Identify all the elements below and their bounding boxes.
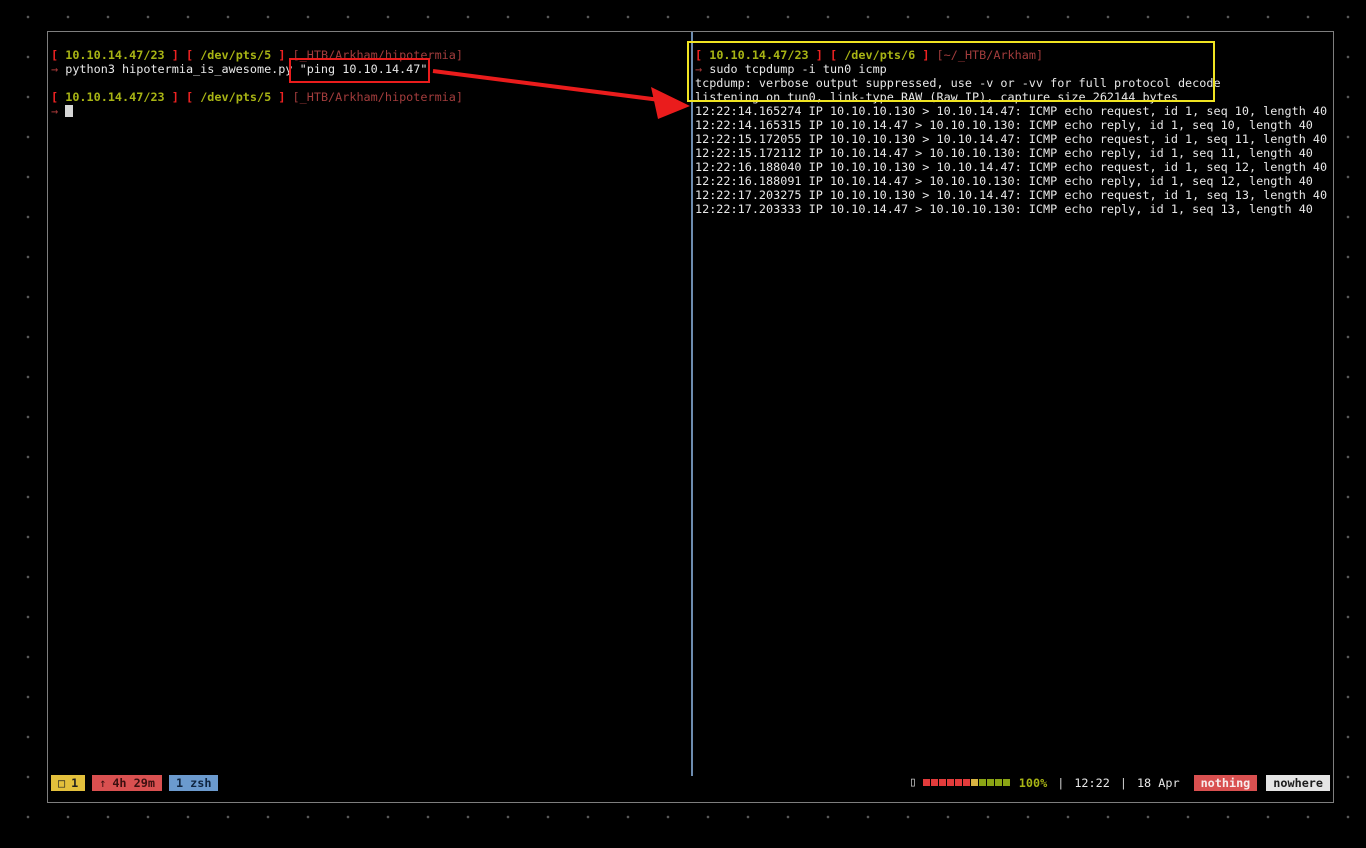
tcpdump-info-line: listening on tun0, link-type RAW (Raw IP… (695, 90, 1331, 104)
prompt-host-ip: 10.10.14.47/23 (65, 48, 164, 62)
command-text: sudo tcpdump -i tun0 icmp (709, 62, 887, 76)
pane-count-label: 1 (71, 775, 78, 791)
prompt-host-ip: 10.10.14.47/23 (65, 90, 164, 104)
prompt-tty: /dev/pts/5 (200, 90, 271, 104)
uptime-badge: ↑ 4h 29m (92, 775, 162, 791)
prompt-arrow-icon: → (51, 104, 65, 118)
prompt-bracket: [ (830, 48, 844, 62)
status-separator: | (1120, 775, 1127, 791)
battery-block (947, 779, 954, 786)
battery-block (939, 779, 946, 786)
missing-glyph-icon: ▯ (909, 775, 917, 791)
prompt-arrow-icon: → (695, 62, 709, 76)
input-line[interactable]: → (51, 104, 689, 118)
terminal-window: [ 10.10.14.47/23 ] [ /dev/pts/5 ] [_HTB/… (47, 31, 1334, 803)
battery-percent: 100% (1019, 775, 1047, 791)
prompt-arrow-icon: → (51, 62, 65, 76)
prompt-bracket: ] (271, 48, 292, 62)
tmux-status-bar: □1 ↑4h 29m 1 zsh ▯ 100% | 12:22 | 18 Apr… (51, 774, 1330, 791)
battery-block (971, 779, 978, 786)
command-argument: "ping 10.10.14.47" (300, 62, 428, 76)
pane-separator[interactable] (691, 32, 693, 776)
window-tab-badge[interactable]: 1 zsh (169, 775, 219, 791)
prompt-bracket: ] (271, 90, 292, 104)
prompt-bracket: [ (186, 90, 200, 104)
command-line: → sudo tcpdump -i tun0 icmp (695, 62, 1331, 76)
tcpdump-packet-line: 12:22:15.172112 IP 10.10.14.47 > 10.10.1… (695, 146, 1331, 160)
battery-block (1003, 779, 1010, 786)
battery-block (931, 779, 938, 786)
uptime-label: 4h 29m (112, 775, 155, 791)
prompt-tty: /dev/pts/6 (844, 48, 915, 62)
battery-block (923, 779, 930, 786)
blank-line (51, 76, 689, 90)
command-line: → python3 hipotermia_is_awesome.py "ping… (51, 62, 689, 76)
prompt-line: [ 10.10.14.47/23 ] [ /dev/pts/5 ] [_HTB/… (51, 48, 689, 62)
tcpdump-packet-line: 12:22:14.165274 IP 10.10.10.130 > 10.10.… (695, 104, 1331, 118)
arrow-up-icon: ↑ (99, 775, 106, 791)
left-pane[interactable]: [ 10.10.14.47/23 ] [ /dev/pts/5 ] [_HTB/… (51, 48, 689, 118)
prompt-bracket: ] (809, 48, 830, 62)
window-tab-label: 1 zsh (176, 775, 212, 791)
prompt-path: [_HTB/Arkham/hipotermia] (293, 48, 463, 62)
status-bar-left: □1 ↑4h 29m 1 zsh (51, 775, 218, 791)
status-bar-right: ▯ 100% | 12:22 | 18 Apr nothing nowhere (909, 775, 1330, 791)
prompt-path: [~/_HTB/Arkham] (937, 48, 1044, 62)
prompt-bracket: [ (186, 48, 200, 62)
prompt-line: [ 10.10.14.47/23 ] [ /dev/pts/6 ] [~/_HT… (695, 48, 1331, 62)
hostname-badge: nothing (1194, 775, 1258, 791)
battery-block (979, 779, 986, 786)
battery-indicator (923, 779, 1010, 786)
battery-block (987, 779, 994, 786)
status-separator: | (1057, 775, 1064, 791)
tcpdump-packet-line: 12:22:16.188091 IP 10.10.14.47 > 10.10.1… (695, 174, 1331, 188)
prompt-host-ip: 10.10.14.47/23 (709, 48, 808, 62)
prompt-bracket: [ (51, 90, 65, 104)
desktop-wallpaper: { "terminal": { "border_color": "#7e7e7e… (0, 0, 1366, 848)
clock-date: 18 Apr (1137, 775, 1180, 791)
prompt-bracket: ] (165, 90, 186, 104)
session-name-badge: nowhere (1266, 775, 1330, 791)
prompt-line: [ 10.10.14.47/23 ] [ /dev/pts/5 ] [_HTB/… (51, 90, 689, 104)
right-pane[interactable]: [ 10.10.14.47/23 ] [ /dev/pts/6 ] [~/_HT… (695, 48, 1331, 216)
tcpdump-packet-line: 12:22:17.203275 IP 10.10.10.130 > 10.10.… (695, 188, 1331, 202)
tcpdump-packet-line: 12:22:15.172055 IP 10.10.10.130 > 10.10.… (695, 132, 1331, 146)
battery-block (995, 779, 1002, 786)
tcpdump-packet-line: 12:22:14.165315 IP 10.10.14.47 > 10.10.1… (695, 118, 1331, 132)
clock-time: 12:22 (1074, 775, 1110, 791)
prompt-bracket: ] (915, 48, 936, 62)
command-text: python3 hipotermia_is_awesome.py (65, 62, 299, 76)
tcpdump-packet-line: 12:22:17.203333 IP 10.10.14.47 > 10.10.1… (695, 202, 1331, 216)
battery-block (963, 779, 970, 786)
prompt-path: [_HTB/Arkham/hipotermia] (293, 90, 463, 104)
prompt-bracket: [ (695, 48, 709, 62)
square-icon: □ (58, 775, 65, 791)
prompt-bracket: [ (51, 48, 65, 62)
terminal-cursor (65, 105, 73, 117)
tcpdump-info-line: tcpdump: verbose output suppressed, use … (695, 76, 1331, 90)
prompt-bracket: ] (165, 48, 186, 62)
battery-block (955, 779, 962, 786)
pane-count-badge: □1 (51, 775, 85, 791)
tcpdump-packet-line: 12:22:16.188040 IP 10.10.10.130 > 10.10.… (695, 160, 1331, 174)
prompt-tty: /dev/pts/5 (200, 48, 271, 62)
